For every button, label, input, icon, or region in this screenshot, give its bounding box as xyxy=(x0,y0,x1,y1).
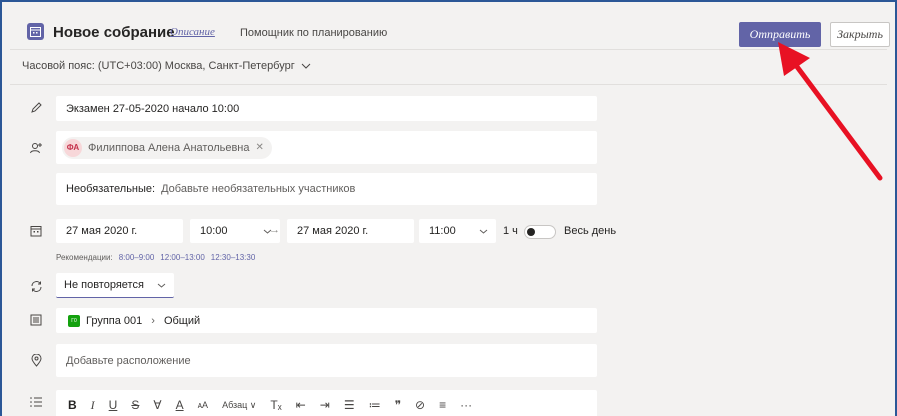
remove-icon[interactable]: ✕ xyxy=(256,142,264,153)
optional-label: Необязательные: xyxy=(66,183,156,195)
outdent-button[interactable]: ⇤ xyxy=(296,398,306,412)
team-name: Группа 001 xyxy=(86,314,143,327)
location-field[interactable]: Добавьте расположение xyxy=(56,344,597,377)
numbering-button[interactable]: ≔ xyxy=(369,398,381,412)
repeat-icon xyxy=(28,278,44,294)
timezone-selector[interactable]: Часовой пояс: (UTC+03:00) Москва, Санкт-… xyxy=(22,60,311,72)
recommend-slot[interactable]: 12:00–13:00 xyxy=(160,253,205,262)
quote-button[interactable]: ❞ xyxy=(395,398,401,412)
avatar: ФА xyxy=(64,138,82,157)
toggle-knob xyxy=(527,228,535,236)
bullets-button[interactable]: ☰ xyxy=(344,398,355,412)
repeat-value: Не повторяется xyxy=(64,279,144,291)
start-time-value: 10:00 xyxy=(200,225,228,237)
channel-name: Общий xyxy=(163,314,201,327)
italic-button[interactable]: I xyxy=(91,398,95,413)
end-time-value: 11:00 xyxy=(429,225,456,237)
format-toolbar: B I U S ∀ A ᴀA Абзац ∨ Tₓ ⇤ ⇥ ☰ ≔ ❞ ⊘ ≡ … xyxy=(56,390,597,416)
team-badge: Г0 xyxy=(68,314,80,327)
link-button[interactable]: ⊘ xyxy=(415,398,425,412)
chevron-down-icon xyxy=(301,63,311,69)
duration-label: 1 ч xyxy=(503,225,518,237)
calendar-icon xyxy=(27,23,44,40)
attendees-field[interactable]: ФА Филиппова Алена Анатольевна ✕ xyxy=(56,131,597,164)
underline-button[interactable]: U xyxy=(109,398,118,412)
all-day-label: Весь день xyxy=(564,225,617,237)
optional-attendees-field[interactable]: Необязательные: Добавьте необязательных … xyxy=(56,173,597,205)
tab-description[interactable]: Описание xyxy=(170,26,215,38)
strikethrough-button[interactable]: S xyxy=(131,398,139,412)
chevron-down-icon xyxy=(479,229,488,234)
chevron-down-icon xyxy=(157,283,166,288)
channel-icon xyxy=(28,312,44,328)
page-title: Новое собрание xyxy=(53,24,175,41)
end-date-field[interactable]: 27 мая 2020 г. xyxy=(287,219,414,243)
recommend-label: Рекомендации: xyxy=(56,253,113,262)
recommendations: Рекомендации: 8:00–9:00 12:00–13:00 12:3… xyxy=(56,253,255,262)
clear-format-button[interactable]: Tₓ xyxy=(270,398,281,412)
send-button[interactable]: Отправить xyxy=(739,22,821,47)
start-time-select[interactable]: 10:00 xyxy=(190,219,280,243)
recommend-slot[interactable]: 8:00–9:00 xyxy=(119,253,155,262)
recommend-slot[interactable]: 12:30–13:30 xyxy=(211,253,256,262)
repeat-select[interactable]: Не повторяется xyxy=(56,273,174,298)
optional-placeholder: Добавьте необязательных участников xyxy=(161,183,356,195)
chevron-right-icon: › xyxy=(151,314,155,327)
arrow-right-icon: → xyxy=(269,224,280,236)
meeting-header: Новое собрание Описание Помощник по план… xyxy=(10,10,890,50)
font-size-button[interactable]: ᴀA xyxy=(198,400,208,410)
title-field[interactable]: Экзамен 27-05-2020 начало 10:00 xyxy=(56,96,597,121)
bold-button[interactable]: B xyxy=(68,398,77,412)
close-button[interactable]: Закрыть xyxy=(830,22,890,47)
add-person-icon xyxy=(28,140,44,156)
channel-field[interactable]: Г0 Группа 001 › Общий xyxy=(56,308,597,333)
end-time-select[interactable]: 11:00 xyxy=(419,219,496,243)
highlight-button[interactable]: ∀ xyxy=(153,398,161,412)
divider xyxy=(10,84,887,85)
more-options-button[interactable]: ··· xyxy=(460,398,472,412)
paragraph-select[interactable]: Абзац ∨ xyxy=(222,400,256,411)
calendar-icon xyxy=(28,223,44,239)
location-icon xyxy=(28,352,44,368)
font-color-button[interactable]: A xyxy=(176,398,184,412)
timezone-label: Часовой пояс: (UTC+03:00) Москва, Санкт-… xyxy=(22,60,295,72)
pencil-icon xyxy=(28,100,44,116)
all-day-toggle[interactable] xyxy=(524,225,556,239)
start-date-field[interactable]: 27 мая 2020 г. xyxy=(56,219,183,243)
attendee-chip[interactable]: ФА Филиппова Алена Анатольевна ✕ xyxy=(62,136,272,159)
align-button[interactable]: ≡ xyxy=(439,398,446,412)
tab-scheduling-assistant[interactable]: Помощник по планированию xyxy=(240,27,387,39)
attendee-name: Филиппова Алена Анатольевна xyxy=(88,141,250,154)
list-icon xyxy=(28,394,44,410)
indent-button[interactable]: ⇥ xyxy=(320,398,330,412)
